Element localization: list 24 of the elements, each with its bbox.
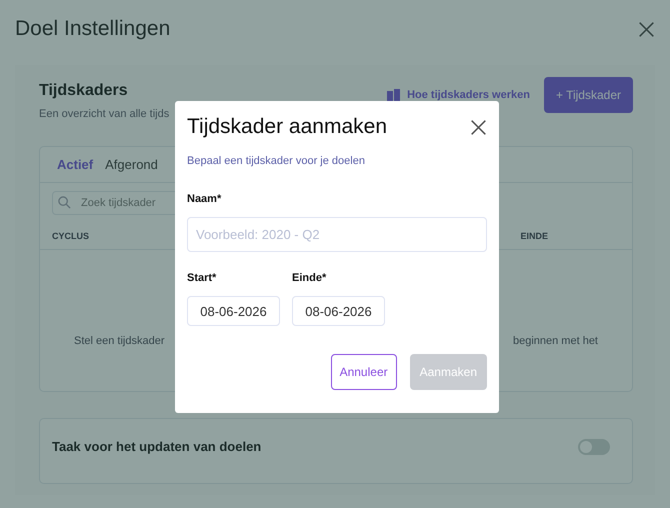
add-timeframe-button[interactable]: + Tijdskader <box>544 77 633 113</box>
help-link[interactable]: Hoe tijdskaders werken <box>387 89 530 101</box>
section-subtitle: Een overzicht van alle tijds <box>39 108 170 120</box>
task-label: Taak voor het updaten van doelen <box>52 439 262 455</box>
section-title: Tijdskaders <box>39 82 129 100</box>
column-header: EINDE <box>520 231 548 241</box>
field-label: Einde* <box>292 272 328 284</box>
empty-state-text: beginnen met het <box>512 335 598 347</box>
close-icon[interactable] <box>638 20 655 38</box>
field-label: Start* <box>187 272 218 284</box>
name-input-field[interactable]: Voorbeeld: 2020 - Q2 <box>187 217 487 252</box>
dialog-title: Tijdskader aanmaken <box>187 115 387 139</box>
cancel-button[interactable]: Annuleer <box>330 354 397 390</box>
column-header: CYCLUS <box>52 231 90 241</box>
search-icon <box>58 196 71 209</box>
close-icon[interactable] <box>470 118 487 136</box>
date-input-field[interactable]: 08-06-2026 <box>187 296 280 326</box>
tab[interactable]: Actief <box>57 157 94 172</box>
tab[interactable]: Afgerond <box>105 157 158 172</box>
window-title: Doel Instellingen <box>15 17 170 41</box>
toggle-switch[interactable] <box>578 439 610 455</box>
empty-state-text: Stel een tijdskader <box>74 335 164 347</box>
dialog-subtitle: Bepaal een tijdskader voor je doelen <box>187 155 366 167</box>
date-input-field[interactable]: 08-06-2026 <box>292 296 385 326</box>
